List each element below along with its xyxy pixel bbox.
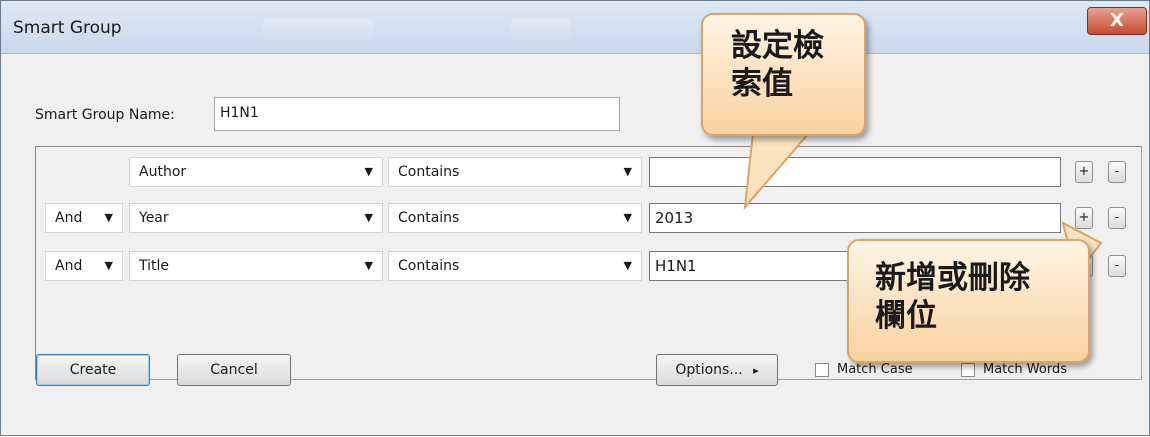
- callout-tail-search-value: [743, 132, 1103, 279]
- callout-add-remove: 新增或刪除 欄位: [847, 239, 1090, 363]
- callout-search-value: 設定檢 索值: [701, 13, 866, 136]
- smart-group-dialog: Smart Group X Smart Group Name: H1N1 Aut…: [0, 0, 1150, 436]
